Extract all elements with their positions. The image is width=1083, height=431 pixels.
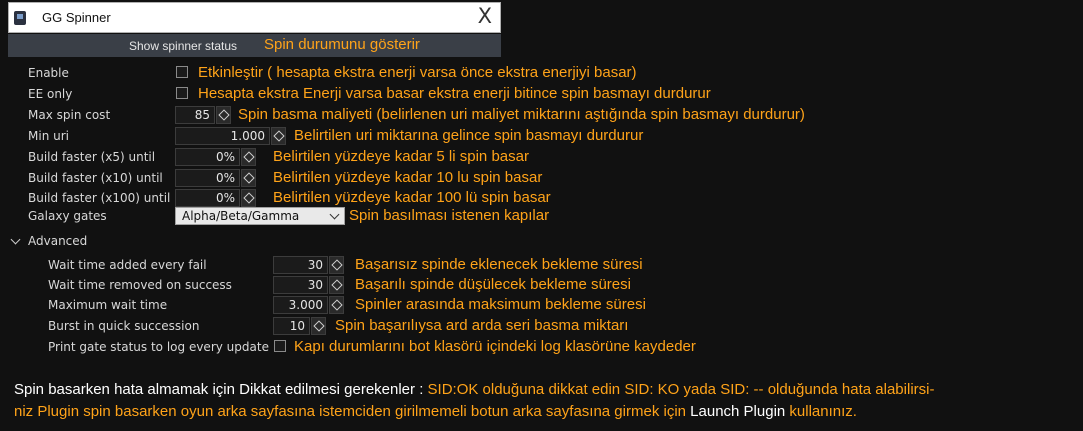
build-x10-note: Belirtilen yüzdeye kadar 10 lu spin basa…	[273, 169, 543, 186]
wait-fail-input[interactable]: 30	[273, 256, 328, 274]
build-x5-spinner[interactable]	[241, 148, 256, 166]
print-status-note: Kapı durumlarını bot klasörü içindeki lo…	[294, 338, 696, 355]
min-uri-input[interactable]: 1.000	[175, 127, 270, 145]
spinner-status-bar[interactable]: Show spinner status Spin durumunu göster…	[8, 34, 501, 57]
galaxy-gates-label: Galaxy gates	[28, 209, 107, 223]
galaxy-gates-note: Spin basılması istenen kapılar	[349, 207, 550, 224]
build-x100-input[interactable]: 0%	[175, 189, 240, 207]
wait-fail-spinner[interactable]	[329, 256, 344, 274]
burst-note: Spin başarılıysa ard arda seri basma mik…	[335, 317, 629, 334]
row-max-spin-cost: Max spin cost 85 Spin basma maliyeti (be…	[0, 105, 1083, 125]
ee-only-label: EE only	[28, 87, 73, 101]
ee-only-checkbox[interactable]	[176, 87, 188, 99]
row-build-x5: Build faster (x5) until 0% Belirtilen yü…	[0, 147, 1083, 167]
advanced-header[interactable]: Advanced	[0, 231, 1083, 251]
close-icon[interactable]: X	[478, 4, 492, 28]
wait-fail-label: Wait time added every fail	[48, 258, 207, 272]
status-label[interactable]: Show spinner status	[129, 39, 237, 53]
max-spin-cost-label: Max spin cost	[28, 108, 111, 122]
app-icon	[14, 11, 26, 25]
max-spin-cost-spinner[interactable]	[216, 106, 231, 124]
galaxy-gates-select[interactable]: Alpha/Beta/Gamma	[175, 207, 345, 225]
advanced-label[interactable]: Advanced	[28, 234, 87, 248]
row-wait-success: Wait time removed on success 30 Başarılı…	[0, 275, 1083, 295]
status-note: Spin durumunu gösterir	[264, 36, 420, 53]
enable-note: Etkinleştir ( hesapta ekstra enerji vars…	[198, 64, 637, 81]
footer-launch-plugin: Launch Plugin	[690, 403, 786, 420]
row-build-x10: Build faster (x10) until 0% Belirtilen y…	[0, 168, 1083, 188]
wait-success-note: Başarılı spinde düşülecek bekleme süresi	[355, 276, 631, 293]
burst-label: Burst in quick succession	[48, 319, 200, 333]
wait-success-spinner[interactable]	[329, 276, 344, 294]
build-x5-note: Belirtilen yüzdeye kadar 5 li spin basar	[273, 148, 529, 165]
wait-fail-note: Başarısız spinde eklenecek bekleme süres…	[355, 256, 643, 273]
window-titlebar: GG Spinner X	[8, 2, 501, 33]
ee-only-note: Hesapta ekstra Enerji varsa basar ekstra…	[198, 85, 711, 102]
row-min-uri: Min uri 1.000 Belirtilen uri miktarına g…	[0, 126, 1083, 146]
footer-plugin-note: niz Plugin spin basarken oyun arka sayfa…	[14, 403, 691, 420]
footer-note: Spin basarken hata almamak için Dikkat e…	[14, 379, 1074, 423]
row-build-x100: Build faster (x100) until 0% Belirtilen …	[0, 188, 1083, 208]
footer-warning: Spin basarken hata almamak için Dikkat e…	[14, 381, 428, 398]
row-galaxy-gates: Galaxy gates Alpha/Beta/Gamma Spin basıl…	[0, 206, 1083, 226]
print-status-label: Print gate status to log every update	[48, 340, 269, 354]
wait-success-input[interactable]: 30	[273, 276, 328, 294]
row-print-status: Print gate status to log every update Ka…	[0, 337, 1083, 357]
window-title: GG Spinner	[42, 10, 111, 25]
max-spin-cost-note: Spin basma maliyeti (belirlenen uri mali…	[238, 106, 805, 123]
build-x100-note: Belirtilen yüzdeye kadar 100 lü spin bas…	[273, 189, 551, 206]
build-x10-label: Build faster (x10) until	[28, 171, 163, 185]
footer-sid-note: SID:OK olduğuna dikkat edin SID: KO yada…	[427, 381, 935, 398]
row-wait-fail: Wait time added every fail 30 Başarısız …	[0, 255, 1083, 275]
max-wait-label: Maximum wait time	[48, 298, 168, 312]
wait-success-label: Wait time removed on success	[48, 278, 232, 292]
burst-spinner[interactable]	[311, 317, 326, 335]
min-uri-label: Min uri	[28, 129, 69, 143]
galaxy-gates-selected: Alpha/Beta/Gamma	[182, 209, 300, 223]
build-x100-spinner[interactable]	[241, 189, 256, 207]
build-x10-spinner[interactable]	[241, 169, 256, 187]
chevron-down-icon	[329, 209, 340, 220]
footer-end: kullanınız.	[785, 403, 857, 420]
min-uri-spinner[interactable]	[271, 127, 286, 145]
row-enable: Enable Etkinleştir ( hesapta ekstra ener…	[0, 63, 1083, 83]
chevron-down-icon[interactable]	[10, 234, 21, 245]
max-wait-note: Spinler arasında maksimum bekleme süresi	[355, 296, 646, 313]
print-status-checkbox[interactable]	[274, 340, 286, 352]
build-x5-label: Build faster (x5) until	[28, 150, 156, 164]
min-uri-note: Belirtilen uri miktarına gelince spin ba…	[294, 127, 644, 144]
build-x5-input[interactable]: 0%	[175, 148, 240, 166]
build-x100-label: Build faster (x100) until	[28, 191, 171, 205]
burst-input[interactable]: 10	[273, 317, 310, 335]
row-ee-only: EE only Hesapta ekstra Enerji varsa basa…	[0, 84, 1083, 104]
max-wait-spinner[interactable]	[329, 296, 344, 314]
enable-checkbox[interactable]	[176, 66, 188, 78]
max-spin-cost-input[interactable]: 85	[175, 106, 215, 124]
build-x10-input[interactable]: 0%	[175, 169, 240, 187]
enable-label: Enable	[28, 66, 69, 80]
max-wait-input[interactable]: 3.000	[273, 296, 328, 314]
row-max-wait: Maximum wait time 3.000 Spinler arasında…	[0, 295, 1083, 315]
row-burst: Burst in quick succession 10 Spin başarı…	[0, 316, 1083, 336]
